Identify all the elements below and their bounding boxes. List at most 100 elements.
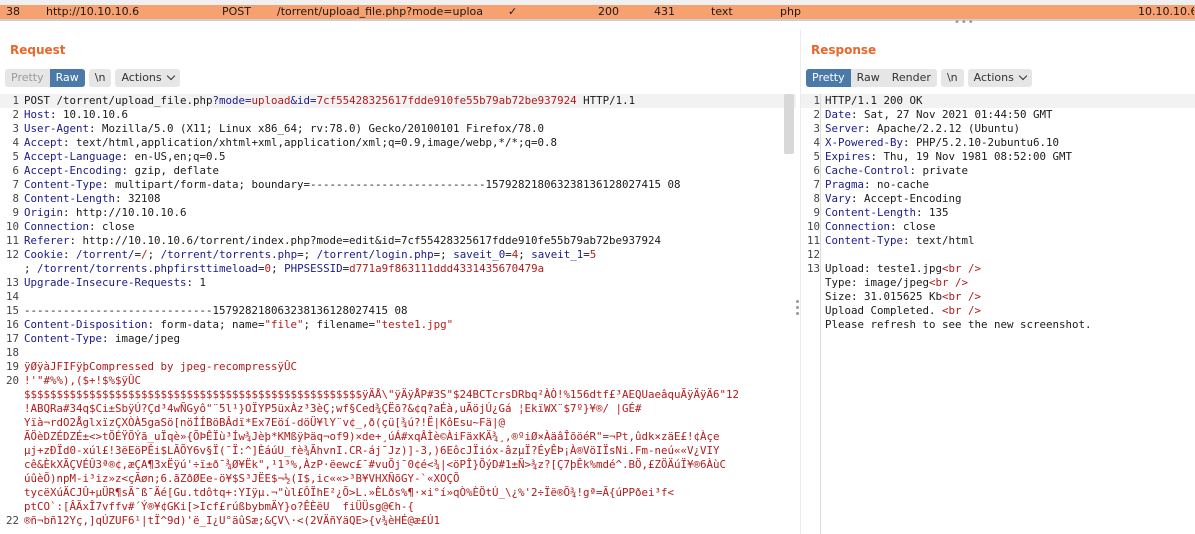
- code-line[interactable]: 14: [0, 290, 796, 304]
- token: : Sat, 27 Nov 2021 01:44:50 GMT: [851, 108, 1053, 121]
- tab-render[interactable]: Render: [885, 69, 937, 87]
- token: ;: [24, 262, 38, 275]
- code-line[interactable]: ÃÖèDZÉDZÉ±<>tÕÉŸÕÝã_uÏqè»{ÕÞÊÏù³Íw¾Jèþ*K…: [0, 430, 796, 444]
- code-line[interactable]: 20 !'"#%%),($+!$%$ÿÛC: [0, 374, 796, 388]
- code-line[interactable]: 22 ®ñ¬bñ12Yç,]qÚZUF6¹|tÏ^9d)'ë_I¿U°äûSæ;&…: [0, 514, 796, 528]
- code-line[interactable]: tycëXúÄCJÛ+µÜR¶sÃ¯ß¯Äé[Gu.tdôtq+:YIÿµ.¬"…: [0, 486, 796, 500]
- tab-pretty[interactable]: Pretty: [5, 69, 50, 87]
- token: User-Agent: [24, 122, 90, 135]
- code-line[interactable]: 10 Connection: close: [801, 220, 1195, 234]
- line-number: 6: [813, 164, 820, 177]
- tab-pretty[interactable]: Pretty: [806, 69, 851, 87]
- code-line[interactable]: 12 Cookie: /torrent/=/; /torrent/torrents…: [0, 248, 796, 262]
- response-editor[interactable]: 1 HTTP/1.1 200 OK 2 Date: Sat, 27 Nov 2021 …: [801, 94, 1195, 534]
- request-actions-button[interactable]: Actions: [115, 69, 180, 87]
- code-line[interactable]: 10 Connection: close: [0, 220, 796, 234]
- token: Connection: [825, 220, 891, 233]
- token: Server: [825, 122, 865, 135]
- tab-raw[interactable]: Raw: [49, 69, 85, 87]
- code-line[interactable]: 11 Referer: http://10.10.10.6/torrent/ind…: [0, 234, 796, 248]
- code-line[interactable]: 15 -----------------------------157928218…: [0, 304, 796, 318]
- token: : no-cache: [864, 178, 930, 191]
- line-number: 1: [12, 94, 19, 107]
- token: !ABQRa#34q$Ci±SbÿÚ?Çd³4wÑGyô"¨5l¹}OÏYP5ü…: [24, 402, 642, 415]
- code-line[interactable]: cê&ÈkXÃÇVÉÛ3ª®¢,æÇA¶3xËÿú'÷ï±ð¯¾Ø¥Ëk",¹1…: [0, 458, 796, 472]
- code-line[interactable]: µj+zÐÏd0-xúl£!3ëEöPÊi$LÃÕY6v§Ï(¯Ï:^]ÈáúU…: [0, 444, 796, 458]
- line-number: 10: [5, 220, 19, 233]
- code-line[interactable]: 3 Server: Apache/2.2.12 (Ubuntu): [801, 122, 1195, 136]
- code-line[interactable]: úûèÕ)npM-i³iz»z<çÃøn;6.ãZðØEe-ö¥$S³JËE$¬…: [0, 472, 796, 486]
- token: Content-Type: [825, 234, 904, 247]
- code-line[interactable]: 4 X-Powered-By: PHP/5.2.10-2ubuntu6.10: [801, 136, 1195, 150]
- response-toolbar: Pretty Raw Render \n Actions: [806, 69, 1032, 87]
- code-line[interactable]: 9 Content-Length: 135: [801, 206, 1195, 220]
- code-line[interactable]: 2 Date: Sat, 27 Nov 2021 01:44:50 GMT: [801, 108, 1195, 122]
- row-edited-check: ✓: [508, 5, 518, 18]
- code-line[interactable]: 8 Content-Length: 32108: [0, 192, 796, 206]
- token: Connection: [24, 220, 90, 233]
- code-line[interactable]: Type: image/jpeg<br />: [801, 276, 1195, 290]
- code-line[interactable]: 16 Content-Disposition: form-data; name="…: [0, 318, 796, 332]
- code-line[interactable]: 12: [801, 248, 1195, 262]
- token: Upgrade-Insecure-Requests: [24, 276, 187, 289]
- row-host: http://10.10.10.6: [46, 5, 140, 18]
- request-scrollbar-thumb[interactable]: [784, 94, 794, 154]
- actions-label: Actions: [121, 71, 162, 84]
- token: Vary: [825, 192, 852, 205]
- code-line[interactable]: ; /torrent/torrents.phpfirsttimeload=0; …: [0, 262, 796, 276]
- code-line[interactable]: !ABQRa#34q$Ci±SbÿÚ?Çd³4wÑGyô"¨5l¹}OÏYP5ü…: [0, 402, 796, 416]
- row-number: 38: [6, 5, 20, 18]
- newline-toggle-button[interactable]: \n: [940, 69, 964, 87]
- token: Please refresh to see the new screenshot…: [825, 318, 1092, 331]
- code-line[interactable]: 7 Content-Type: multipart/form-data; boun…: [0, 178, 796, 192]
- code-line[interactable]: 18: [0, 346, 796, 360]
- request-title: Request: [10, 43, 66, 57]
- token: : Apache/2.2.12 (Ubuntu): [864, 122, 1021, 135]
- code-line[interactable]: $$$$$$$$$$$$$$$$$$$$$$$$$$$$$$$$$$$$$$$$…: [0, 388, 796, 402]
- line-number: 1: [813, 94, 820, 107]
- token: !'"#%%),($+!$%$ÿÛC: [24, 374, 142, 387]
- request-editor[interactable]: 1 POST /torrent/upload_file.php?mode=uplo…: [0, 94, 796, 534]
- line-text: POST /torrent/upload_file.php?mode=uploa…: [24, 94, 782, 108]
- token: HTTP/1.1: [576, 94, 636, 107]
- line-number: 9: [813, 206, 820, 219]
- code-line[interactable]: 13 Upgrade-Insecure-Requests: 1: [0, 276, 796, 290]
- code-line[interactable]: 6 Cache-Control: private: [801, 164, 1195, 178]
- code-line[interactable]: 11 Content-Type: text/html: [801, 234, 1195, 248]
- token: Content-Length: [825, 206, 917, 219]
- newline-toggle-button[interactable]: \n: [88, 69, 112, 87]
- token: /torrent/torrents.phpfirsttimeload: [37, 262, 259, 275]
- code-line[interactable]: Upload Completed. <br />: [801, 304, 1195, 318]
- line-number: 9: [12, 206, 19, 219]
- code-line[interactable]: 1 HTTP/1.1 200 OK: [801, 94, 1195, 108]
- line-text: Upload Completed. <br />: [825, 304, 1195, 318]
- resize-grip-icon[interactable]: •••: [954, 17, 975, 28]
- code-line[interactable]: 13 Upload: teste1.jpg<br />: [801, 262, 1195, 276]
- request-pane: Request Pretty Raw \n Actions 1 POST /tor…: [0, 30, 796, 534]
- token: : Thu, 19 Nov 1981 08:52:00 GMT: [870, 150, 1073, 163]
- code-line[interactable]: Yïà¬rdO2ÅglxïzÇXÒÀ5gaSö[nöÍÍBöBÂdï*Ex7Eö…: [0, 416, 796, 430]
- response-title: Response: [811, 43, 877, 57]
- code-line[interactable]: 6 Accept-Encoding: gzip, deflate: [0, 164, 796, 178]
- history-row-selected[interactable]: 38 http://10.10.10.6 POST /torrent/uploa…: [0, 5, 1195, 19]
- code-line[interactable]: 17 Content-Type: image/jpeg: [0, 332, 796, 346]
- tab-raw[interactable]: Raw: [850, 69, 886, 87]
- code-line[interactable]: 8 Vary: Accept-Encoding: [801, 192, 1195, 206]
- code-line[interactable]: 7 Pragma: no-cache: [801, 178, 1195, 192]
- response-actions-button[interactable]: Actions: [967, 69, 1032, 87]
- history-divider[interactable]: [0, 19, 1195, 21]
- code-line[interactable]: Please refresh to see the new screenshot…: [801, 318, 1195, 332]
- line-number: 12: [806, 248, 820, 261]
- code-line[interactable]: 1 POST /torrent/upload_file.php?mode=uplo…: [0, 94, 796, 108]
- code-line[interactable]: ptCO`:[ÂÃxÎ7vffv#´Ý®¥¢GKi[>Icf£rúßbybmÄY…: [0, 500, 796, 514]
- token: Cookie: [24, 248, 64, 261]
- code-line[interactable]: 2 Host: 10.10.10.6: [0, 108, 796, 122]
- code-line[interactable]: 9 Origin: http://10.10.10.6: [0, 206, 796, 220]
- code-line[interactable]: 19 ÿØÿàJFIFÿþCompressed by jpeg-recompres…: [0, 360, 796, 374]
- code-line[interactable]: 5 Expires: Thu, 19 Nov 1981 08:52:00 GMT: [801, 150, 1195, 164]
- code-line[interactable]: Size: 31.015625 Kb<br />: [801, 290, 1195, 304]
- code-line[interactable]: 5 Accept-Language: en-US,en;q=0.5: [0, 150, 796, 164]
- code-line[interactable]: 4 Accept: text/html,application/xhtml+xml…: [0, 136, 796, 150]
- code-line[interactable]: 3 User-Agent: Mozilla/5.0 (X11; Linux x86…: [0, 122, 796, 136]
- token: : text/html,application/xhtml+xml,applic…: [63, 136, 558, 149]
